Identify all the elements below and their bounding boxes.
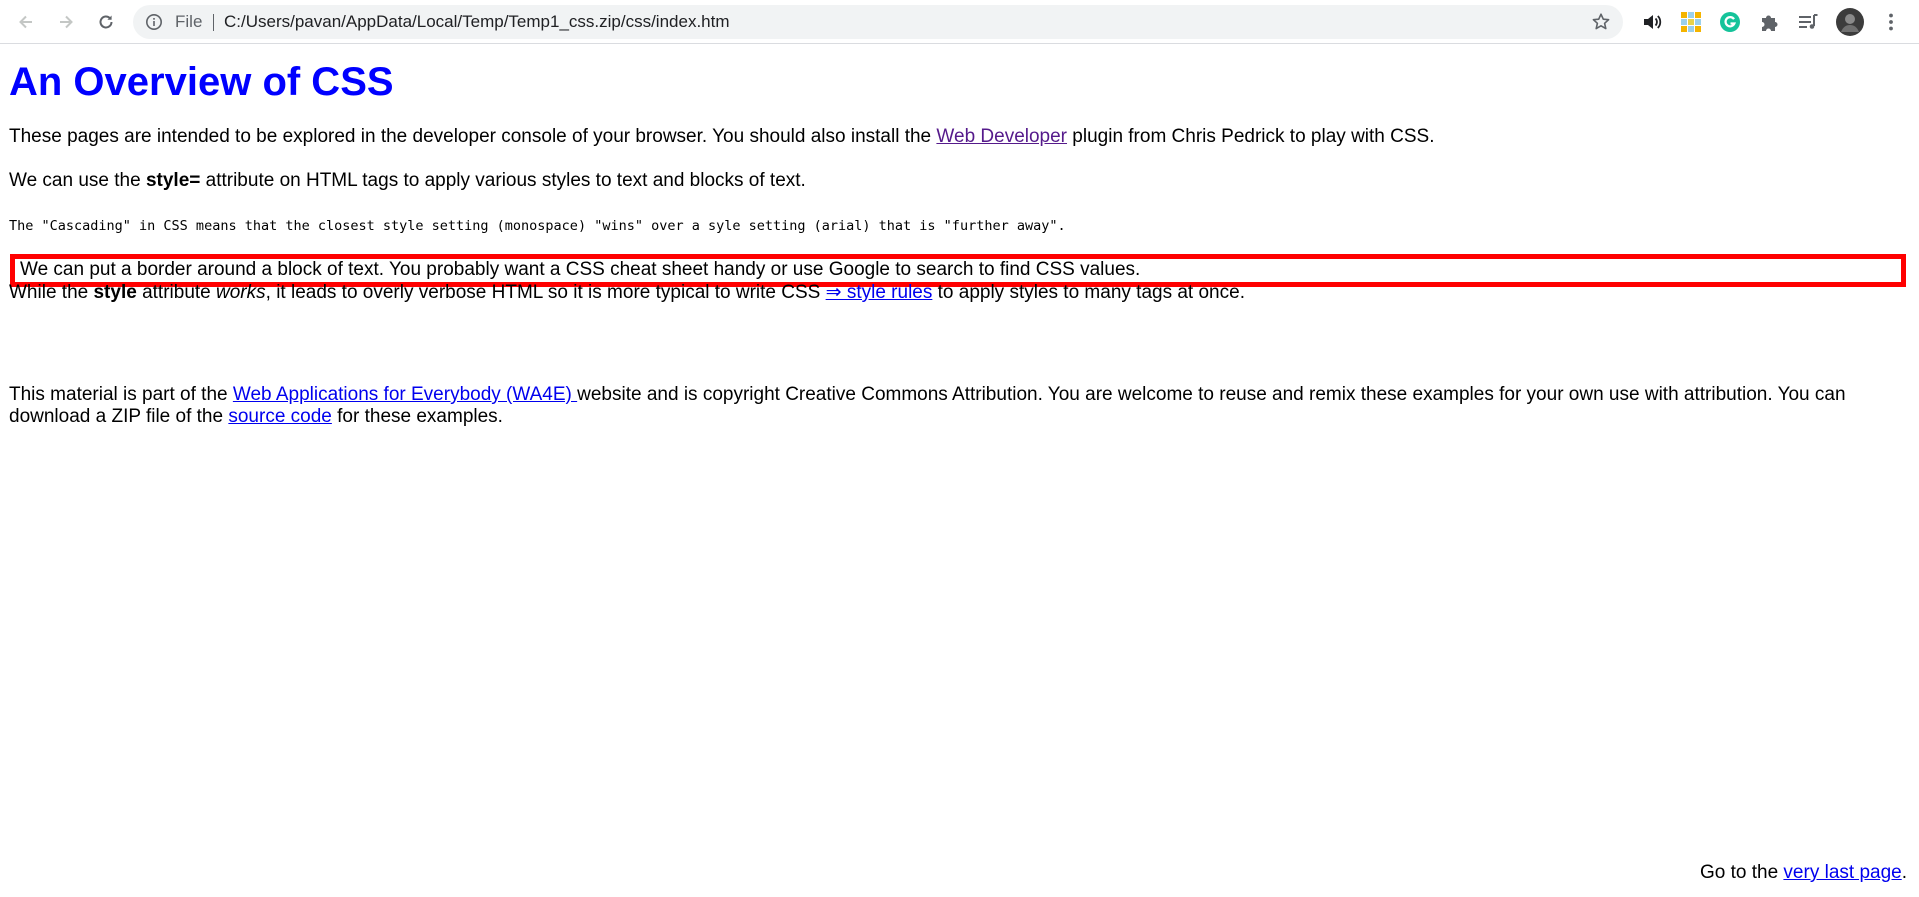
page-title: An Overview of CSS <box>9 60 394 104</box>
intro-text-start: These pages are intended to be explored … <box>9 126 937 147</box>
browser-menu-button[interactable] <box>1879 10 1903 34</box>
last-page-paragraph: Go to the very last page. <box>1700 862 1907 884</box>
works-italic-word: works <box>216 282 266 303</box>
media-queue-icon <box>1799 14 1818 29</box>
rules-text-mid2: , it leads to overly verbose HTML so it … <box>265 282 826 303</box>
style-text-start: We can use the <box>9 170 146 191</box>
extensions-button[interactable] <box>1757 10 1781 34</box>
media-controls-button[interactable] <box>1796 10 1820 34</box>
profile-button[interactable] <box>1835 7 1865 37</box>
style-text-end: attribute on HTML tags to apply various … <box>200 170 806 191</box>
back-button[interactable] <box>10 6 42 38</box>
style-bold-word: style <box>93 282 137 303</box>
avatar <box>1836 8 1864 36</box>
reload-button[interactable] <box>90 6 122 38</box>
style-keyword: style= <box>145 170 201 191</box>
rules-text-start: While the <box>9 282 94 303</box>
audio-button[interactable] <box>1640 10 1664 34</box>
rules-text-mid: attribute <box>136 282 217 303</box>
source-code-link[interactable]: source code <box>228 406 332 427</box>
info-icon[interactable] <box>145 13 163 31</box>
rules-text-end: to apply styles to many tags at once. <box>932 282 1245 303</box>
wa4e-link[interactable]: Web Applications for Everybody (WA4E) <box>233 384 577 405</box>
copyright-text-start: This material is part of the <box>9 384 233 405</box>
speaker-icon <box>1644 15 1662 29</box>
browser-toolbar: File C:/Users/pavan/AppData/Local/Temp/T… <box>0 0 1919 44</box>
reload-icon <box>99 15 113 29</box>
kebab-menu-icon <box>1889 13 1893 31</box>
last-page-text-end: . <box>1901 862 1907 883</box>
monospace-paragraph: The "Cascading" in CSS means that the cl… <box>9 218 1066 234</box>
page-content: An Overview of CSS These pages are inten… <box>9 44 1909 427</box>
intro-text-end: plugin from Chris Pedrick to play with C… <box>1067 126 1435 147</box>
copyright-text-end: for these examples. <box>331 406 503 427</box>
style-attribute-paragraph: We can use the style= attribute on HTML … <box>9 170 806 192</box>
arrow-right-icon <box>60 15 73 29</box>
url-text[interactable]: C:/Users/pavan/AppData/Local/Temp/Temp1_… <box>224 5 730 39</box>
forward-button[interactable] <box>50 6 82 38</box>
url-scheme-label: File <box>175 12 203 31</box>
style-rules-link[interactable]: ⇒ style rules <box>826 282 933 303</box>
very-last-page-link[interactable]: very last page <box>1783 862 1901 883</box>
arrow-left-icon <box>19 15 32 29</box>
last-page-text-start: Go to the <box>1699 862 1784 883</box>
extension-button-colorful[interactable] <box>1679 10 1703 34</box>
grammarly-button[interactable] <box>1718 10 1742 34</box>
style-rules-paragraph: While the style attribute works, it lead… <box>9 282 1245 304</box>
url-separator <box>213 14 214 31</box>
intro-paragraph: These pages are intended to be explored … <box>9 126 1434 148</box>
puzzle-icon <box>1762 15 1778 31</box>
colorful-extension-icon <box>1681 12 1701 32</box>
web-developer-link[interactable]: Web Developer <box>936 126 1067 147</box>
star-icon[interactable] <box>1591 12 1611 32</box>
copyright-paragraph: This material is part of the Web Applica… <box>9 384 1909 428</box>
grammarly-icon <box>1720 12 1740 32</box>
address-bar[interactable]: File C:/Users/pavan/AppData/Local/Temp/T… <box>133 5 1623 39</box>
